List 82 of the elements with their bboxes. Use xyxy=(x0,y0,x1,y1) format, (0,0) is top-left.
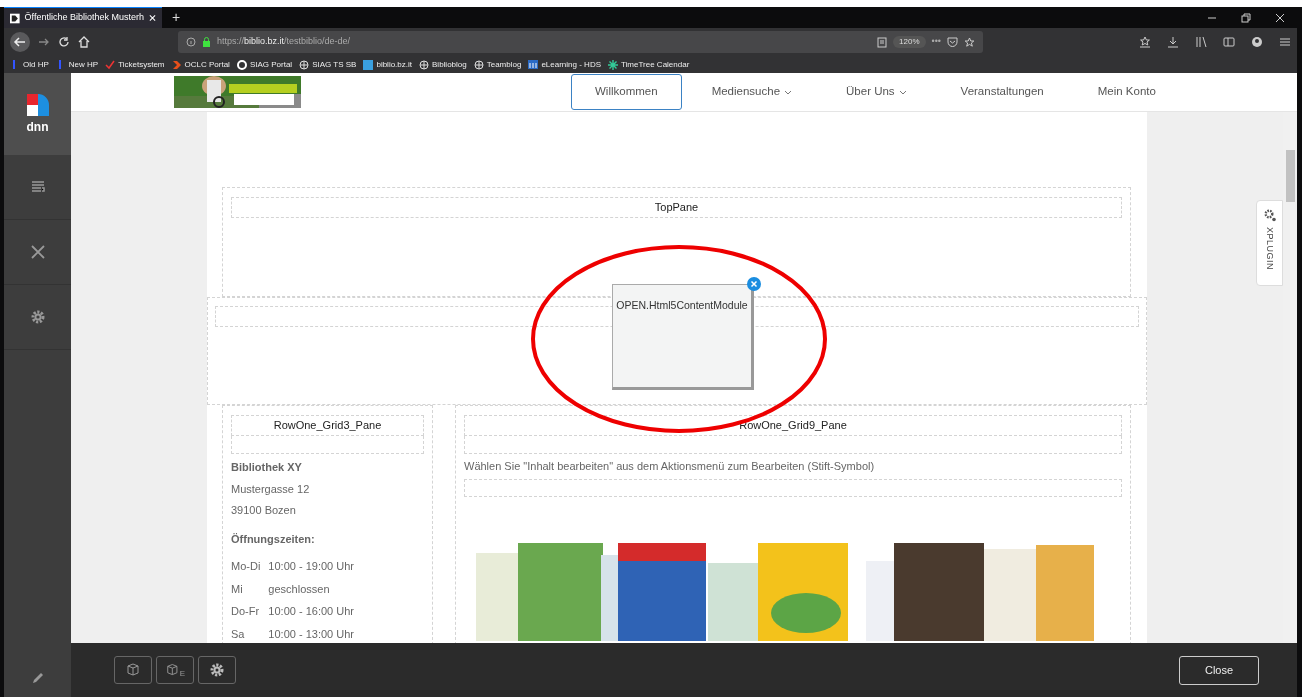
bookmark-link[interactable]: OCLC Portal xyxy=(171,58,230,71)
zoom-level[interactable]: 120% xyxy=(893,36,926,48)
bookmark-link[interactable]: eLearning - HDS xyxy=(528,58,601,71)
ring-icon xyxy=(236,59,247,70)
restore-icon[interactable] xyxy=(1241,12,1251,23)
globe-icon xyxy=(473,59,484,70)
pane-header: TopPane xyxy=(231,197,1122,218)
pane-header: RowOne_Grid9_Pane xyxy=(464,415,1122,436)
cube-icon xyxy=(125,662,141,678)
table-cell-text: Mo-Di xyxy=(231,559,262,574)
reload-icon[interactable] xyxy=(58,36,70,48)
gear-icon xyxy=(1263,209,1276,222)
bookmark-link[interactable]: SIAG TS SB xyxy=(299,58,357,71)
table-cell-text: 10:00 - 16:00 Uhr xyxy=(268,604,355,619)
bookmark-link[interactable]: SIAG Portal xyxy=(236,58,293,71)
bookmark-link[interactable]: Old HP xyxy=(10,58,49,71)
close-button[interactable]: Close xyxy=(1179,655,1259,685)
pocket-icon[interactable] xyxy=(947,37,958,47)
content-icon[interactable] xyxy=(29,179,46,195)
browser-tab[interactable]: Öffentliche Bibliothek Musterh xyxy=(4,7,162,28)
new-tab-button[interactable]: + xyxy=(162,7,191,28)
back-icon[interactable] xyxy=(10,32,30,52)
globe-icon xyxy=(419,59,429,70)
bookmark-link[interactable]: Teamblog xyxy=(473,58,522,71)
forward-icon[interactable] xyxy=(38,36,50,48)
module-card[interactable]: OPEN.Html5ContentModule xyxy=(612,284,754,390)
more-button[interactable]: ••• xyxy=(931,35,941,49)
menu-icon[interactable] xyxy=(1279,36,1291,48)
bookmark-link[interactable]: biblio.bz.it xyxy=(363,58,412,71)
bookmark-link[interactable]: Ticketsystem xyxy=(105,58,165,71)
chevron-icon xyxy=(171,59,182,70)
site-icon xyxy=(363,59,374,70)
nav-link[interactable]: Willkommen xyxy=(571,74,682,110)
home-icon[interactable] xyxy=(78,36,90,48)
table-cell: Mi xyxy=(231,577,269,600)
table-cell-text: 10:00 - 13:00 Uhr xyxy=(268,626,355,642)
hours-heading: Öffnungszeiten: xyxy=(231,531,316,547)
site-icon xyxy=(528,59,539,70)
nav-link[interactable]: Über Uns xyxy=(822,74,931,110)
toolbar-button[interactable] xyxy=(198,656,236,684)
nav-link[interactable]: Mein Konto xyxy=(1073,74,1180,110)
bookmark-link[interactable]: Biblioblog xyxy=(419,58,467,71)
table-cell-text: Do-Fr xyxy=(231,604,261,619)
account-icon[interactable] xyxy=(1251,36,1263,48)
star-icon xyxy=(608,59,618,70)
hint-text: Wählen Sie "Inhalt bearbeiten" aus dem Aktionsmenü zum Bearbeiten (Stift-Symbol) xyxy=(464,459,876,474)
address-line: Mustergasse 12 xyxy=(231,481,311,497)
dnn-logo[interactable]: dnn xyxy=(4,73,71,155)
table-cell-text: geschlossen xyxy=(268,581,331,597)
toolbar-button[interactable]: E xyxy=(156,656,194,684)
settings-icon xyxy=(209,662,225,678)
address-bar[interactable]: https://biblio.bz.it/testbiblio/de-de/ 120% ••• xyxy=(178,31,983,53)
settings-icon[interactable] xyxy=(29,309,46,325)
table-cell-text: 10:00 - 19:00 Uhr xyxy=(268,559,355,574)
cube-icon xyxy=(165,662,180,678)
sidebar-icon[interactable] xyxy=(1223,36,1235,48)
close-icon[interactable] xyxy=(1275,12,1285,23)
lock-icon xyxy=(202,37,211,47)
pencil-icon[interactable] xyxy=(30,671,45,685)
tools-icon[interactable] xyxy=(29,244,46,260)
nav-link[interactable]: Veranstaltungen xyxy=(936,74,1068,110)
download-icon[interactable] xyxy=(1167,36,1179,48)
bookmark-link[interactable]: TimeTree Calendar xyxy=(608,58,690,71)
reader-icon[interactable] xyxy=(877,36,888,48)
bookmark-icon[interactable] xyxy=(1139,36,1151,48)
plugin-tab[interactable]: XPLUGIN xyxy=(1256,200,1283,286)
url-text: https://biblio.bz.it/testbiblio/de-de/ xyxy=(217,35,351,49)
pane-header: RowOne_Grid3_Pane xyxy=(231,415,424,436)
library-name: Bibliothek XY xyxy=(231,460,303,475)
scrollbar[interactable] xyxy=(1283,112,1297,643)
site-icon xyxy=(10,12,20,24)
address-line: 39100 Bozen xyxy=(231,503,297,518)
globe-icon xyxy=(299,59,310,70)
logo-icon xyxy=(25,92,50,117)
table-cell-text: Sa xyxy=(231,626,246,642)
nav-link[interactable]: Mediensuche xyxy=(687,74,817,110)
library-icon[interactable] xyxy=(1195,36,1207,48)
bookmark-link[interactable]: New HP xyxy=(55,58,99,71)
check-icon xyxy=(105,59,116,70)
toolbar-button[interactable] xyxy=(114,656,152,684)
info-icon xyxy=(186,37,196,47)
star-icon[interactable] xyxy=(964,36,975,48)
